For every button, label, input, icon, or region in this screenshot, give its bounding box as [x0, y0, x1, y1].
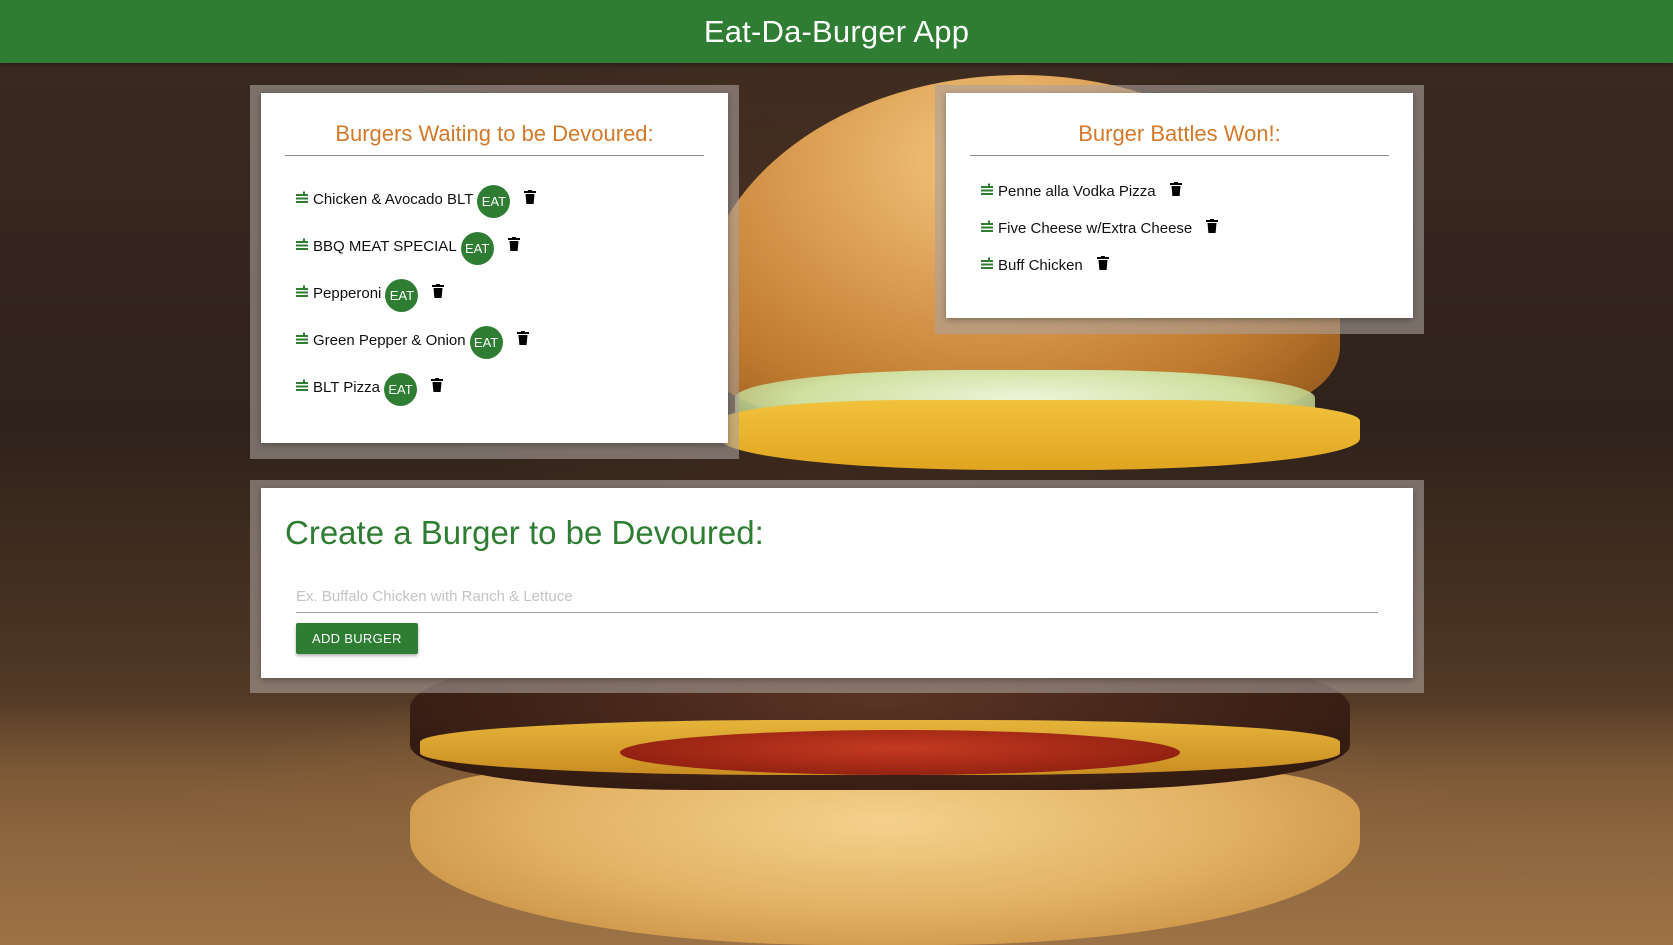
burger-name: BBQ MEAT SPECIAL — [313, 238, 457, 255]
trash-icon[interactable] — [1169, 181, 1182, 196]
waiting-card-frame: Burgers Waiting to be Devoured: Chicken … — [250, 85, 739, 459]
add-burger-button[interactable]: ADD BURGER — [296, 623, 418, 654]
won-card-title: Burger Battles Won!: — [970, 121, 1389, 156]
burger-name: Five Cheese w/Extra Cheese — [998, 220, 1193, 237]
list-item: Green Pepper & Onion EAT — [295, 317, 536, 364]
trash-icon[interactable] — [507, 236, 520, 251]
waiting-card: Burgers Waiting to be Devoured: Chicken … — [261, 93, 728, 443]
trash-icon[interactable] — [516, 330, 529, 345]
list-item: Penne alla Vodka Pizza — [980, 173, 1218, 210]
create-card-frame: Create a Burger to be Devoured: ADD BURG… — [250, 480, 1424, 693]
burger-name: Green Pepper & Onion — [313, 332, 466, 349]
waiting-burger-list: Chicken & Avocado BLT EAT BBQ MEAT SPECI… — [295, 176, 537, 411]
burger-stack-icon — [296, 332, 308, 344]
list-item: Chicken & Avocado BLT EAT — [295, 176, 537, 223]
burger-stack-icon — [296, 285, 308, 297]
burger-stack-icon — [296, 191, 308, 203]
won-card-frame: Burger Battles Won!: Penne alla Vodka Pi… — [935, 85, 1424, 334]
burger-stack-icon — [981, 220, 993, 232]
burger-name-input[interactable] — [296, 580, 1378, 613]
create-card: Create a Burger to be Devoured: ADD BURG… — [261, 488, 1413, 678]
burger-name: Penne alla Vodka Pizza — [998, 183, 1156, 200]
app-header: Eat-Da-Burger App — [0, 0, 1673, 63]
eat-button[interactable]: EAT — [383, 373, 417, 406]
burger-stack-icon — [981, 257, 993, 269]
trash-icon[interactable] — [1206, 218, 1219, 233]
create-card-title: Create a Burger to be Devoured: — [285, 514, 764, 551]
trash-icon[interactable] — [432, 283, 445, 298]
cheese-slice-top — [720, 400, 1360, 470]
burger-stack-icon — [296, 238, 308, 250]
list-item: Pepperoni EAT — [295, 270, 536, 317]
won-card: Burger Battles Won!: Penne alla Vodka Pi… — [946, 93, 1413, 318]
burger-name: Chicken & Avocado BLT — [313, 191, 474, 208]
won-burger-list: Penne alla Vodka Pizza Five Cheese w/Ext… — [980, 173, 1219, 284]
burger-stack-icon — [296, 379, 308, 391]
eat-button[interactable]: EAT — [385, 279, 419, 312]
ketchup — [620, 730, 1180, 775]
eat-button[interactable]: EAT — [460, 232, 494, 265]
burger-stack-icon — [981, 183, 993, 195]
eat-button[interactable]: EAT — [469, 326, 503, 359]
burger-name: Buff Chicken — [998, 257, 1083, 274]
trash-icon[interactable] — [1096, 255, 1109, 270]
list-item: Five Cheese w/Extra Cheese — [980, 210, 1219, 247]
burger-name: Pepperoni — [313, 285, 382, 302]
waiting-card-title: Burgers Waiting to be Devoured: — [285, 121, 704, 156]
burger-name: BLT Pizza — [313, 379, 380, 396]
trash-icon[interactable] — [430, 377, 443, 392]
list-item: Buff Chicken — [980, 247, 1218, 284]
list-item: BLT Pizza EAT — [295, 364, 536, 411]
eat-button[interactable]: EAT — [477, 185, 511, 218]
trash-icon[interactable] — [524, 189, 537, 204]
app-title: Eat-Da-Burger App — [703, 13, 970, 49]
list-item: BBQ MEAT SPECIAL EAT — [295, 223, 536, 270]
